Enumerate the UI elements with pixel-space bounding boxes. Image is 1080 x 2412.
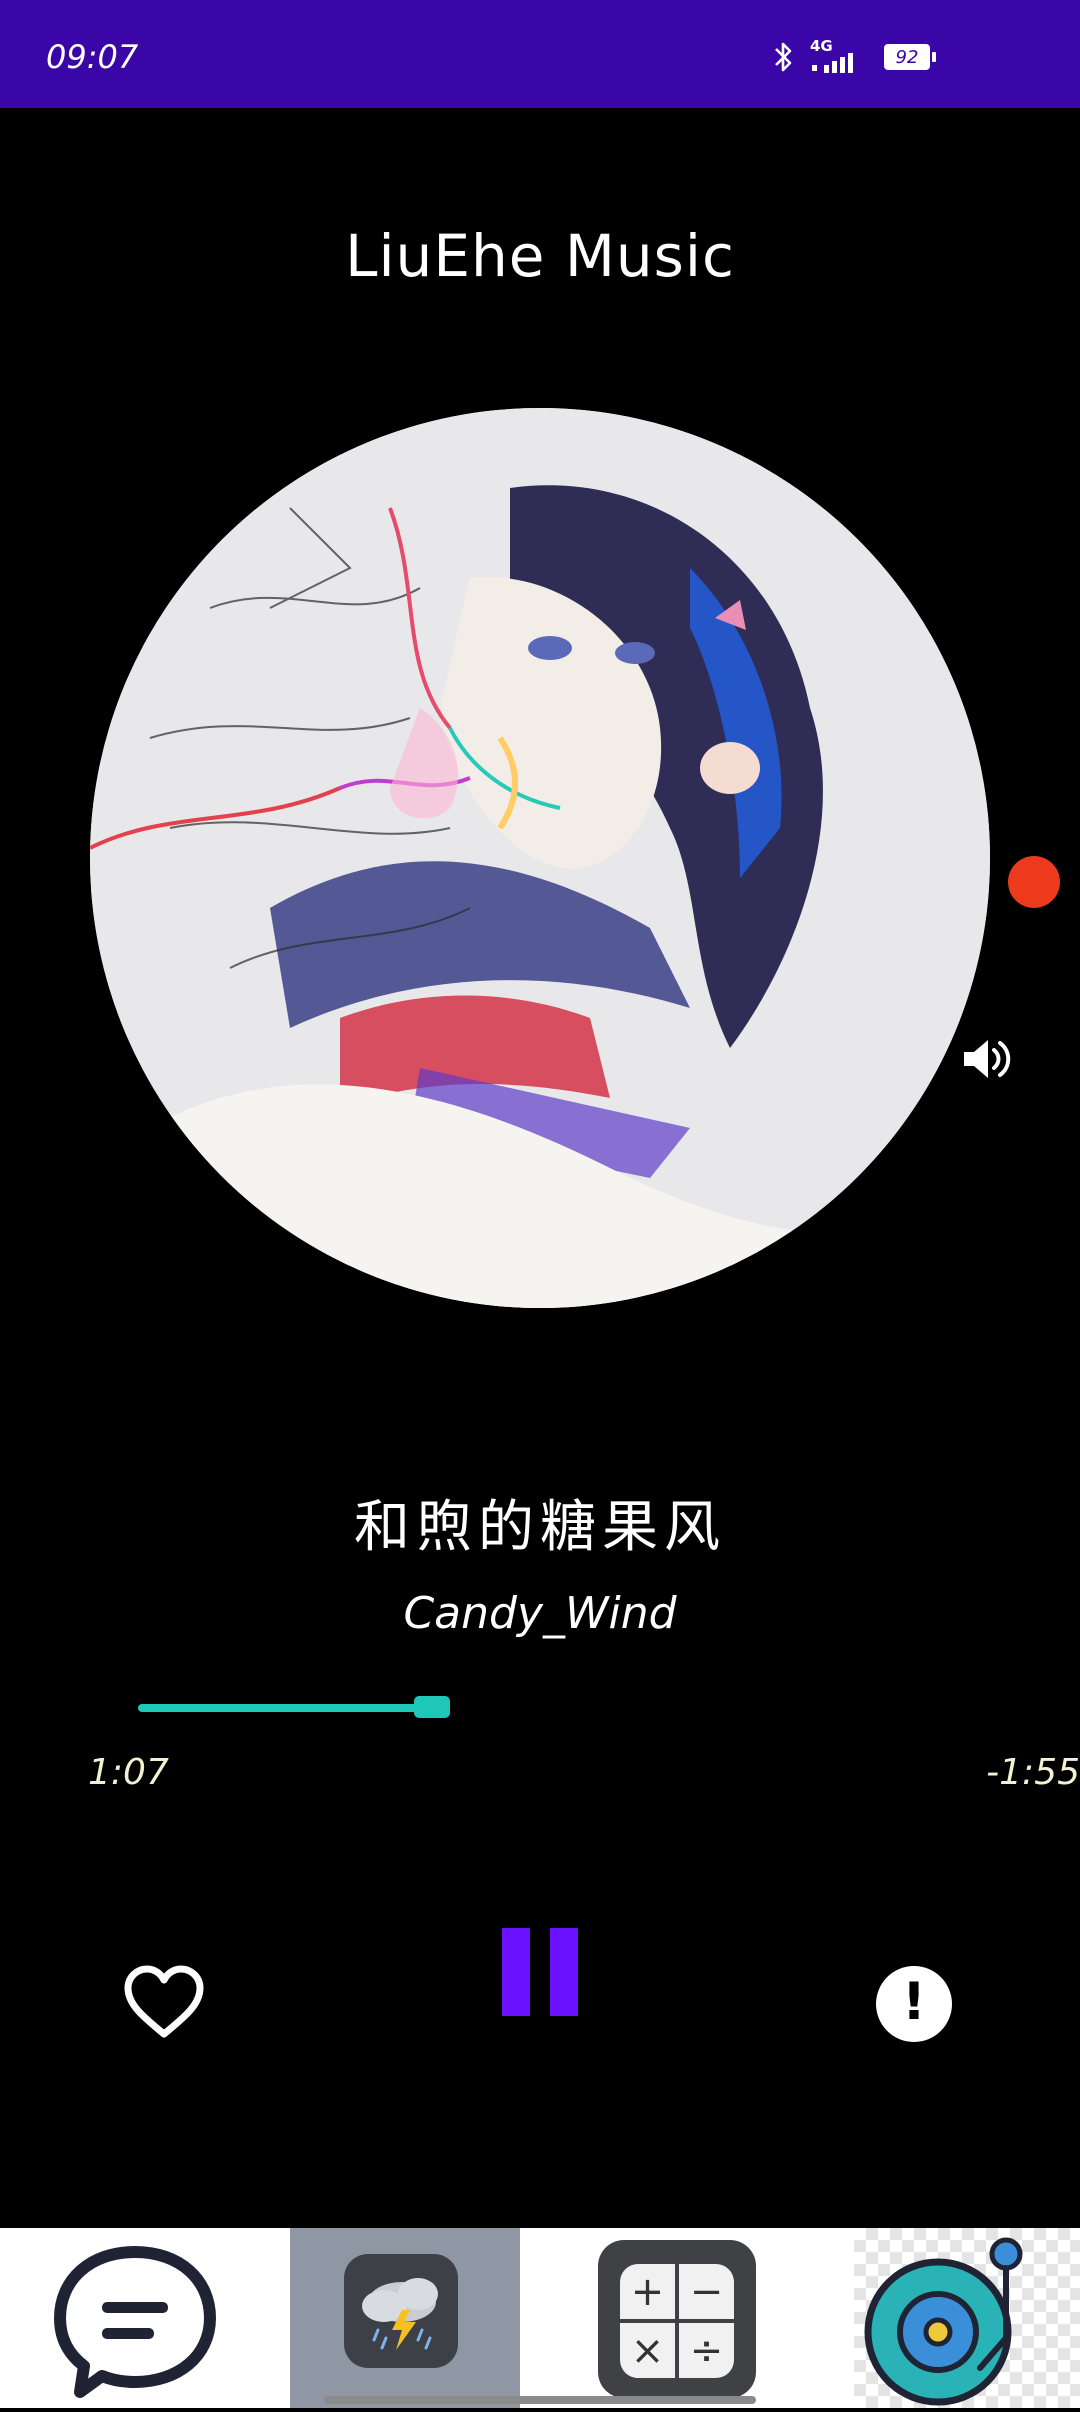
home-indicator[interactable] (324, 2396, 756, 2404)
calculator-icon[interactable]: + − × ÷ (598, 2240, 756, 2398)
status-time: 09:07 (46, 38, 139, 76)
weather-app[interactable] (290, 2228, 520, 2408)
progress-fill (138, 1704, 450, 1712)
multiply-key: × (620, 2323, 675, 2378)
app-title: LiuEhe Music (345, 222, 735, 290)
pause-icon (502, 1928, 530, 2016)
progress-track[interactable] (138, 1704, 450, 1712)
info-glyph: ! (902, 1972, 926, 2032)
song-title: 和煦的糖果风 (354, 1495, 726, 1560)
song-artist: Candy_Wind (403, 1588, 677, 1639)
bluetooth-icon (775, 42, 792, 72)
signal-icon: 4G (810, 37, 870, 73)
info-icon[interactable]: ! (876, 1966, 952, 2042)
status-icons: 4G 92 (770, 37, 936, 74)
status-bar: 09:07 4G 92 (0, 0, 1080, 108)
pause-button[interactable] (496, 1924, 582, 2020)
record-indicator[interactable] (1008, 856, 1060, 908)
progress-thumb[interactable] (414, 1696, 450, 1718)
app-dock: + − × ÷ (0, 2228, 1080, 2408)
chat-bubble-icon[interactable] (50, 2240, 220, 2402)
calculator-keys: + − × ÷ (620, 2264, 734, 2378)
storm-cloud-icon (344, 2254, 458, 2368)
album-art[interactable] (90, 408, 990, 1308)
remaining-time: -1:55 (986, 1752, 1080, 1793)
volume-icon[interactable] (962, 1036, 1014, 1082)
album-illustration (90, 408, 990, 1308)
divide-key: ÷ (679, 2323, 734, 2378)
battery-indicator: 92 (884, 44, 936, 70)
plus-key: + (620, 2264, 675, 2319)
minus-key: − (679, 2264, 734, 2319)
music-app[interactable] (854, 2228, 1080, 2408)
pause-icon-bar-right (550, 1928, 578, 2016)
elapsed-time: 1:07 (88, 1752, 169, 1793)
heart-icon[interactable] (122, 1964, 206, 2040)
vinyl-record-icon (864, 2237, 1023, 2406)
